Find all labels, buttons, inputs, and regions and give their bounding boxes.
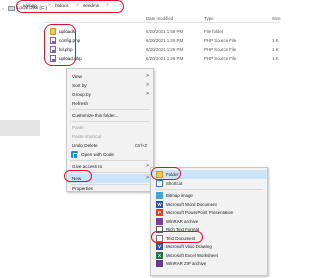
file-size: 1 K — [272, 47, 279, 52]
file-size: 1 K — [272, 38, 279, 43]
annotation-circle-breadcrumb — [16, 0, 124, 13]
visio-icon: V — [156, 243, 163, 250]
menu-item-customize[interactable]: Customize this folder... — [67, 111, 153, 120]
winrar-icon — [156, 217, 163, 225]
chevron-right-icon: > — [146, 175, 149, 181]
submenu-item-label: Microsoft PowerPoint Presentation — [166, 210, 234, 215]
annotation-circle-new — [64, 170, 92, 182]
submenu-item-label: Microsoft Word Document — [166, 201, 217, 207]
file-date: 6/20/2021 1:25 PM — [146, 47, 184, 52]
chevron-right-icon: > — [146, 163, 149, 169]
vscode-icon — [71, 151, 78, 159]
menu-item-label: Sort by — [72, 83, 87, 88]
menu-item-sort-by[interactable]: Sort by > — [67, 81, 153, 90]
menu-item-shortcut: Ctrl+Z — [134, 143, 147, 148]
shortcut-icon — [156, 179, 163, 187]
menu-item-refresh[interactable]: Refresh — [67, 99, 153, 108]
file-date: 6/20/2021 1:58 PM — [146, 29, 184, 34]
menu-item-group-by[interactable]: Group by > — [67, 90, 153, 99]
file-date: 6/20/2021 1:26 PM — [146, 38, 184, 43]
file-row[interactable]: uploads 6/20/2021 1:58 PM File folder — [42, 27, 280, 36]
chevron-right-icon: > — [146, 73, 149, 79]
menu-item-label: Undo Delete — [72, 143, 98, 148]
navigation-pane: > Local Disk (C:) — [0, 0, 47, 278]
column-type[interactable]: Type — [204, 16, 214, 21]
menu-item-paste-shortcut[interactable]: Paste shortcut — [67, 132, 153, 141]
file-row[interactable]: lol.php 6/20/2021 1:25 PM PHP Source Fil… — [42, 45, 280, 54]
submenu-item-shortcut[interactable]: Shortcut — [151, 179, 267, 188]
winrar-zip-icon — [156, 260, 163, 267]
file-type: File folder — [204, 29, 224, 34]
menu-item-label: Properties — [72, 186, 93, 191]
menu-item-label: Group by — [72, 92, 91, 97]
menu-item-properties[interactable]: Properties — [67, 184, 153, 193]
column-size[interactable]: Size — [272, 16, 281, 21]
column-date-modified[interactable]: Date modified — [146, 16, 173, 21]
selected-nav-item[interactable] — [0, 120, 40, 136]
menu-item-label: Paste — [72, 125, 84, 130]
submenu-item-label: Shortcut — [166, 181, 183, 186]
file-type: PHP Source File — [204, 38, 237, 43]
submenu-item-label: Bitmap image — [166, 193, 193, 198]
chevron-right-icon: > — [146, 91, 149, 97]
file-size: 1 K — [272, 56, 279, 61]
menu-separator — [71, 160, 149, 161]
excel-icon: X — [156, 251, 163, 259]
menu-item-label: Paste shortcut — [72, 134, 102, 139]
annotation-circle-files — [44, 24, 76, 66]
new-submenu: Folder Shortcut Bitmap image W Microsoft… — [150, 167, 268, 276]
file-date: 6/20/2021 1:26 PM — [146, 56, 184, 61]
submenu-item-label: Microsoft Excel Worksheet — [166, 252, 218, 258]
file-type: PHP Source File — [204, 56, 237, 61]
submenu-item-label: Microsoft Visio Drawing — [166, 244, 212, 249]
chevron-right-icon: > — [146, 82, 149, 88]
menu-separator — [71, 109, 149, 110]
menu-item-undo-delete[interactable]: Undo Delete Ctrl+Z — [67, 141, 153, 150]
file-type: PHP Source File — [204, 47, 237, 52]
powerpoint-icon: P — [156, 209, 163, 216]
menu-item-paste[interactable]: Paste — [67, 123, 153, 132]
menu-item-label: Give access to — [72, 164, 103, 169]
menu-separator — [71, 121, 149, 122]
submenu-item-label: WinRAR archive — [166, 218, 199, 224]
annotation-circle-text-document — [151, 231, 203, 243]
word-document-icon: W — [156, 200, 163, 208]
expand-arrow-icon[interactable]: > — [2, 6, 4, 11]
menu-separator — [155, 189, 263, 190]
menu-item-view[interactable]: View > — [67, 72, 153, 81]
submenu-item-label: WinRAR ZIP archive — [166, 261, 207, 266]
menu-item-open-with-code[interactable]: Open with Code — [67, 150, 153, 159]
menu-item-label: Refresh — [72, 101, 89, 106]
menu-item-label: View — [72, 74, 82, 79]
file-row[interactable]: config.php 6/20/2021 1:26 PM PHP Source … — [42, 36, 280, 45]
annotation-circle-folder — [151, 167, 181, 180]
menu-item-label: Open with Code — [81, 152, 114, 157]
bitmap-image-icon — [156, 192, 163, 199]
menu-item-label: Customize this folder... — [72, 113, 119, 118]
file-row[interactable]: upload.php 6/20/2021 1:26 PM PHP Source … — [42, 54, 280, 63]
submenu-item-winrar-zip[interactable]: WinRAR ZIP archive — [151, 259, 267, 268]
column-headers: Date modified Type Size — [42, 14, 281, 23]
